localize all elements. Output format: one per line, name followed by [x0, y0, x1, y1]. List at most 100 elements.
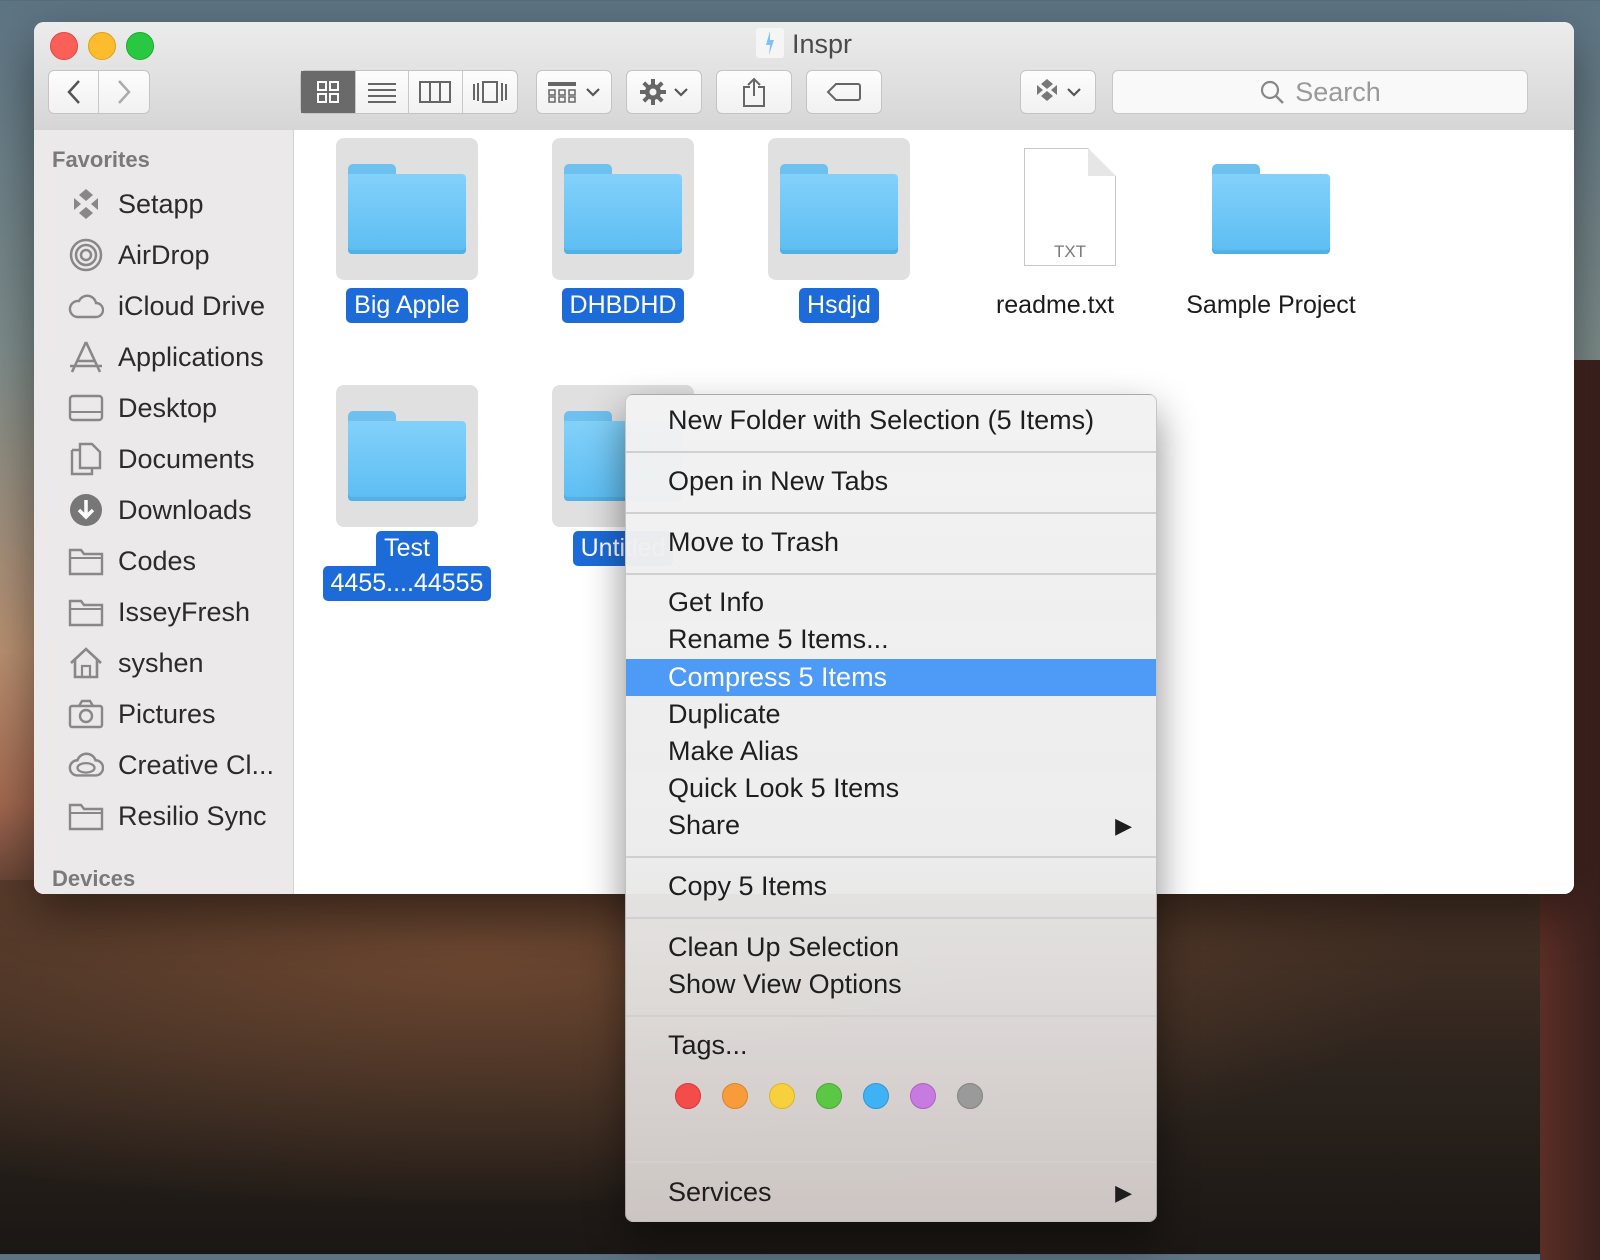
action-menu-button[interactable] [626, 70, 702, 114]
submenu-arrow-icon: ▶ [1115, 812, 1132, 838]
sidebar-item-setapp[interactable]: Setapp [68, 184, 204, 224]
folder-icon [336, 385, 478, 527]
sidebar-item-desktop[interactable]: Desktop [68, 388, 217, 428]
menu-item-open-in-new-tabs[interactable]: Open in New Tabs [626, 463, 1156, 500]
sidebar-item-pictures[interactable]: Pictures [68, 694, 216, 734]
tag-yellow-button[interactable] [769, 1083, 795, 1109]
file-item-dhbdhd[interactable]: DHBDHD [523, 138, 723, 323]
forward-button[interactable] [99, 71, 149, 113]
tag-orange-button[interactable] [722, 1083, 748, 1109]
folder-icon [768, 138, 910, 280]
menu-item-new-folder-with-selection[interactable]: New Folder with Selection (5 Items) [626, 402, 1156, 439]
file-item-hsdjd[interactable]: Hsdjd [739, 138, 939, 323]
share-button[interactable] [716, 70, 792, 114]
tag-red-button[interactable] [675, 1083, 701, 1109]
airdrop-icon [68, 238, 104, 272]
creative-cloud-icon [68, 748, 104, 782]
sidebar-item-icloud-drive[interactable]: iCloud Drive [68, 286, 265, 326]
file-item-big-apple[interactable]: Big Apple [307, 138, 507, 323]
list-icon [367, 83, 396, 103]
column-view-button[interactable] [409, 71, 463, 113]
sidebar-item-resilio-sync[interactable]: Resilio Sync [68, 796, 267, 836]
sidebar-item-syshen[interactable]: syshen [68, 643, 204, 683]
menu-item-duplicate[interactable]: Duplicate [626, 696, 1156, 733]
arrange-button[interactable] [536, 70, 612, 114]
cover-flow-view-button[interactable] [463, 71, 517, 113]
sidebar-item-label: Resilio Sync [118, 800, 267, 831]
sidebar-item-label: Documents [118, 443, 255, 474]
submenu-arrow-icon: ▶ [1115, 1179, 1132, 1205]
folder-icon [552, 138, 694, 280]
back-button[interactable] [49, 71, 100, 113]
menu-item-share[interactable]: Share ▶ [626, 807, 1156, 844]
tag-blue-button[interactable] [863, 1083, 889, 1109]
menu-item-move-to-trash[interactable]: Move to Trash [626, 524, 1156, 561]
sidebar-item-label: syshen [118, 647, 204, 678]
menu-item-rename[interactable]: Rename 5 Items... [626, 621, 1156, 658]
sidebar-item-downloads[interactable]: Downloads [68, 490, 252, 530]
folder-proxy-icon[interactable] [755, 28, 784, 58]
cover-flow-icon [472, 81, 507, 103]
menu-separator [626, 1161, 1156, 1163]
sidebar-item-label: Applications [118, 341, 264, 372]
menu-item-show-view-options[interactable]: Show View Options [626, 966, 1156, 1003]
chevron-down-icon [1067, 88, 1081, 97]
tag-icon [826, 83, 861, 101]
menu-separator [626, 573, 1156, 575]
gear-icon [640, 79, 666, 105]
context-menu: New Folder with Selection (5 Items) Open… [625, 394, 1157, 1222]
tags-button[interactable] [806, 70, 882, 114]
icon-view-button[interactable] [301, 71, 356, 113]
file-item-test[interactable]: Test 4455....44555 [307, 385, 507, 601]
home-icon [68, 646, 104, 680]
tag-purple-button[interactable] [910, 1083, 936, 1109]
devices-header: Devices [52, 866, 136, 891]
sidebar-item-label: Setapp [118, 188, 204, 219]
file-name-line2: 4455....44555 [322, 566, 492, 601]
menu-item-tags[interactable]: Tags... [626, 1027, 1156, 1064]
menu-separator [626, 512, 1156, 514]
search-field[interactable]: Search [1112, 70, 1528, 114]
file-name: Sample Project [1186, 291, 1356, 319]
folder-icon [336, 138, 478, 280]
view-switcher [300, 70, 518, 114]
menu-item-label: Share [668, 810, 741, 840]
menu-item-label: Services [668, 1177, 772, 1207]
sidebar-item-label: Downloads [118, 494, 252, 525]
sidebar-item-codes[interactable]: Codes [68, 541, 196, 581]
download-icon [68, 493, 104, 527]
file-item-readme[interactable]: TXT readme.txt [955, 138, 1155, 323]
sidebar-item-label: Desktop [118, 392, 218, 423]
sidebar-item-creative-cloud[interactable]: Creative Cl... [68, 745, 274, 785]
menu-item-copy[interactable]: Copy 5 Items [626, 868, 1156, 905]
menu-item-services[interactable]: Services ▶ [626, 1174, 1156, 1211]
nav-buttons [48, 70, 150, 114]
list-view-button[interactable] [356, 71, 409, 113]
file-item-sample-project[interactable]: Sample Project [1171, 138, 1371, 323]
menu-separator [626, 917, 1156, 919]
sidebar-item-label: Pictures [118, 698, 216, 729]
tag-gray-button[interactable] [957, 1083, 983, 1109]
file-name: readme.txt [995, 291, 1115, 319]
sidebar-item-airdrop[interactable]: AirDrop [68, 235, 210, 275]
setapp-toolbar-button[interactable] [1020, 70, 1096, 114]
sidebar-item-applications[interactable]: Applications [68, 337, 264, 377]
menu-item-compress[interactable]: Compress 5 Items [626, 659, 1156, 696]
sidebar-item-isseyfresh[interactable]: IsseyFresh [68, 592, 250, 632]
file-name: DHBDHD [561, 288, 685, 323]
menu-item-get-info[interactable]: Get Info [626, 584, 1156, 621]
folder-icon [1200, 138, 1342, 280]
chevron-left-icon [66, 80, 80, 104]
tag-green-button[interactable] [816, 1083, 842, 1109]
menu-item-make-alias[interactable]: Make Alias [626, 733, 1156, 770]
menu-item-quick-look[interactable]: Quick Look 5 Items [626, 770, 1156, 807]
sidebar-item-documents[interactable]: Documents [68, 439, 255, 479]
sidebar-item-label: Creative Cl... [118, 749, 275, 780]
favorites-header: Favorites [52, 147, 150, 172]
arrange-icon [548, 82, 576, 103]
menu-item-clean-up-selection[interactable]: Clean Up Selection [626, 929, 1156, 966]
sidebar-item-label: Codes [118, 545, 197, 576]
file-name-line1: Test [376, 531, 438, 566]
chevron-down-icon [674, 88, 688, 97]
sidebar-item-label: IsseyFresh [118, 596, 251, 627]
